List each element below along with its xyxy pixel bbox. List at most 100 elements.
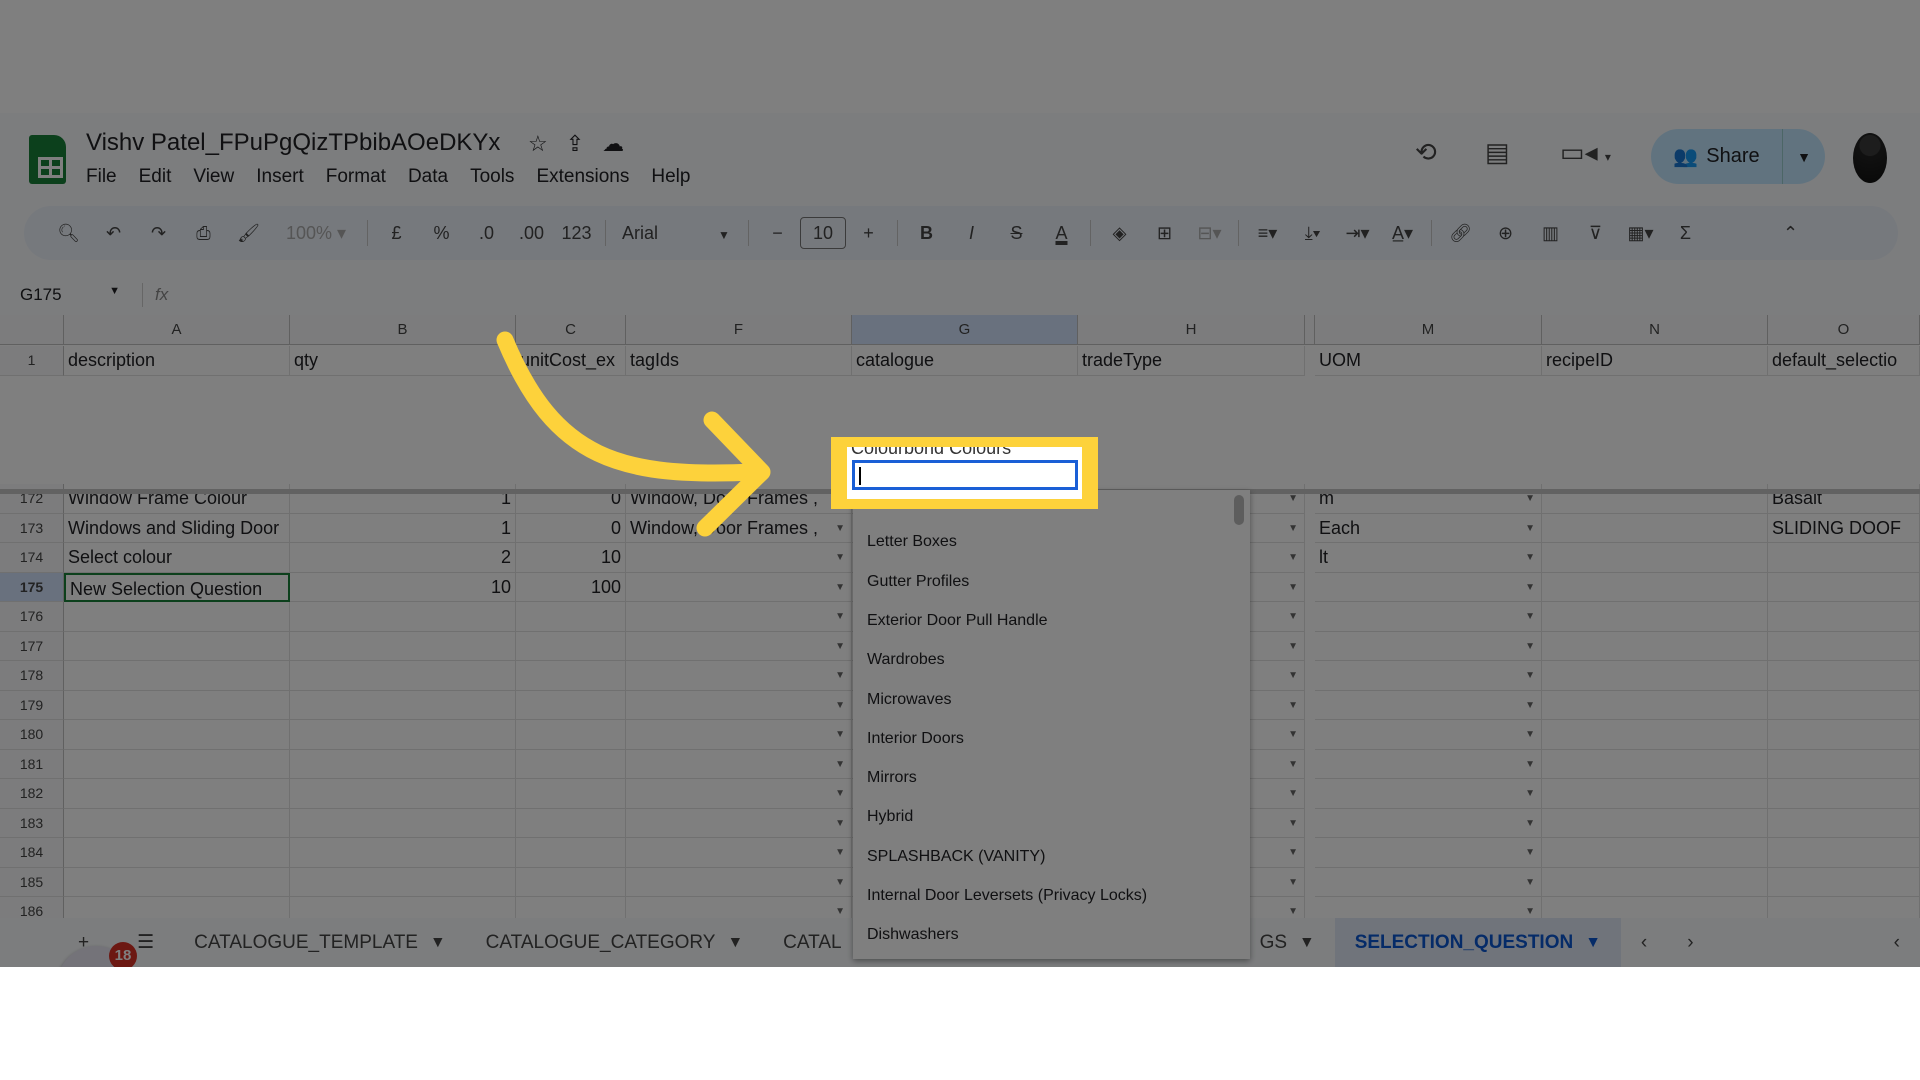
header-cell[interactable]: catalogue: [852, 346, 1078, 376]
borders-icon[interactable]: ⊞: [1142, 223, 1187, 244]
cell[interactable]: [290, 867, 516, 897]
cell[interactable]: 1: [290, 513, 516, 543]
cell[interactable]: lt ▼: [1315, 543, 1542, 573]
filter-icon[interactable]: ⊽: [1573, 223, 1618, 244]
search-icon[interactable]: 🔍︎: [46, 223, 91, 244]
cell-dropdown-chevron-icon[interactable]: ▼: [835, 750, 845, 779]
cell[interactable]: ▼: [1315, 661, 1542, 691]
cell[interactable]: [1768, 631, 1920, 661]
cell-dropdown-chevron-icon[interactable]: ▼: [835, 661, 845, 690]
column-header-C[interactable]: C: [516, 315, 626, 345]
cell[interactable]: [290, 661, 516, 691]
cell[interactable]: [64, 838, 290, 868]
cell-dropdown-chevron-icon[interactable]: ▼: [1288, 691, 1298, 720]
cell-dropdown-chevron-icon[interactable]: ▼: [835, 632, 845, 661]
column-header-M[interactable]: M: [1315, 315, 1542, 345]
scroll-tabs-right-icon[interactable]: ›: [1667, 918, 1713, 967]
fill-color-icon[interactable]: ◈: [1097, 223, 1142, 244]
cell[interactable]: 10: [290, 572, 516, 602]
cell[interactable]: [64, 749, 290, 779]
row-header[interactable]: 185: [0, 867, 64, 897]
cell[interactable]: [290, 808, 516, 838]
cell[interactable]: [1768, 867, 1920, 897]
cell[interactable]: [1768, 690, 1920, 720]
column-header-B[interactable]: B: [290, 315, 516, 345]
cell[interactable]: [64, 631, 290, 661]
cell[interactable]: [64, 602, 290, 632]
document-title[interactable]: Vishv Patel_FPuPgQizTPbibAOeDKYx: [86, 129, 500, 157]
increase-decimal-button[interactable]: .00: [509, 223, 554, 244]
cell[interactable]: ▼: [1315, 631, 1542, 661]
percent-format-button[interactable]: %: [419, 223, 464, 244]
cell[interactable]: ▼: [626, 543, 852, 573]
cell[interactable]: [64, 808, 290, 838]
bold-button[interactable]: B: [904, 223, 949, 244]
cell[interactable]: ▼: [1315, 779, 1542, 809]
cell-dropdown-chevron-icon[interactable]: ▼: [835, 691, 845, 720]
cell-dropdown-chevron-icon[interactable]: ▼: [1288, 573, 1298, 602]
cell-dropdown-chevron-icon[interactable]: ▼: [1525, 691, 1535, 720]
share-button[interactable]: 👥 Share ▼: [1651, 129, 1825, 184]
column-header-O[interactable]: O: [1768, 315, 1920, 345]
cell[interactable]: 2: [290, 543, 516, 573]
dropdown-option[interactable]: Exterior Door Pull Handle: [867, 612, 1048, 630]
cell[interactable]: [1542, 838, 1768, 868]
cell[interactable]: ▼: [1315, 808, 1542, 838]
text-wrapping-icon[interactable]: ⇥▾: [1335, 223, 1380, 244]
cell-dropdown-chevron-icon[interactable]: ▼: [1525, 750, 1535, 779]
cell-dropdown-chevron-icon[interactable]: ▼: [1525, 868, 1535, 897]
sheet-tab[interactable]: GS ▼: [1260, 918, 1335, 967]
column-header-G[interactable]: G: [852, 315, 1078, 345]
header-cell[interactable]: qty: [290, 346, 516, 376]
cell-dropdown-chevron-icon[interactable]: ▼: [1525, 779, 1535, 808]
menu-help[interactable]: Help: [651, 166, 690, 188]
cell[interactable]: [1768, 602, 1920, 632]
formula-input[interactable]: [168, 276, 1920, 314]
cell[interactable]: [516, 749, 626, 779]
cell-dropdown-chevron-icon[interactable]: ▼: [835, 720, 845, 749]
increase-font-size-button[interactable]: +: [846, 223, 891, 244]
dropdown-option[interactable]: Letter Boxes: [867, 533, 957, 551]
cell[interactable]: [290, 779, 516, 809]
column-header-N[interactable]: N: [1542, 315, 1768, 345]
select-all-corner[interactable]: [0, 315, 64, 345]
cell-dropdown-chevron-icon[interactable]: ▼: [1288, 779, 1298, 808]
scroll-tabs-left-icon[interactable]: ‹: [1621, 918, 1667, 967]
cell[interactable]: Each ▼: [1315, 513, 1542, 543]
row-header[interactable]: 177: [0, 631, 64, 661]
dropdown-option[interactable]: Gutter Profiles: [867, 573, 969, 591]
cell[interactable]: ▼: [626, 602, 852, 632]
cell-dropdown-chevron-icon[interactable]: ▼: [835, 514, 845, 543]
cell-dropdown-chevron-icon[interactable]: ▼: [835, 868, 845, 897]
cell-dropdown-chevron-icon[interactable]: ▼: [1525, 838, 1535, 867]
cell[interactable]: [64, 720, 290, 750]
column-header-A[interactable]: A: [64, 315, 290, 345]
sheet-tab[interactable]: CATALOGUE_CATEGORY ▼: [466, 918, 763, 967]
cell[interactable]: Select colour: [64, 543, 290, 573]
header-cell[interactable]: UOM: [1315, 346, 1542, 376]
menu-data[interactable]: Data: [408, 166, 448, 188]
menu-tools[interactable]: Tools: [470, 166, 514, 188]
sheet-tab[interactable]: CATAL: [763, 918, 861, 967]
cell[interactable]: [290, 749, 516, 779]
print-icon[interactable]: ⎙: [181, 223, 226, 244]
cell[interactable]: [1542, 572, 1768, 602]
cell[interactable]: ▼: [626, 690, 852, 720]
cell-dropdown-chevron-icon[interactable]: ▼: [1288, 809, 1298, 838]
cell[interactable]: [1542, 779, 1768, 809]
collapse-toolbar-icon[interactable]: ⌃: [1768, 223, 1813, 244]
cell[interactable]: ▼: [626, 749, 852, 779]
currency-format-button[interactable]: £: [374, 223, 419, 244]
cell[interactable]: [516, 867, 626, 897]
header-cell[interactable]: tagIds: [626, 346, 852, 376]
dropdown-option[interactable]: Wardrobes: [867, 651, 945, 669]
cell[interactable]: ▼: [1315, 720, 1542, 750]
undo-icon[interactable]: ↶: [91, 223, 136, 244]
text-rotation-icon[interactable]: A̲▾: [1380, 223, 1425, 244]
cell[interactable]: [1542, 602, 1768, 632]
insert-chart-icon[interactable]: ▥: [1528, 223, 1573, 244]
cell-dropdown-chevron-icon[interactable]: ▼: [835, 838, 845, 867]
cell-dropdown-chevron-icon[interactable]: ▼: [1525, 543, 1535, 572]
menu-edit[interactable]: Edit: [139, 166, 172, 188]
cell[interactable]: ▼: [1315, 690, 1542, 720]
